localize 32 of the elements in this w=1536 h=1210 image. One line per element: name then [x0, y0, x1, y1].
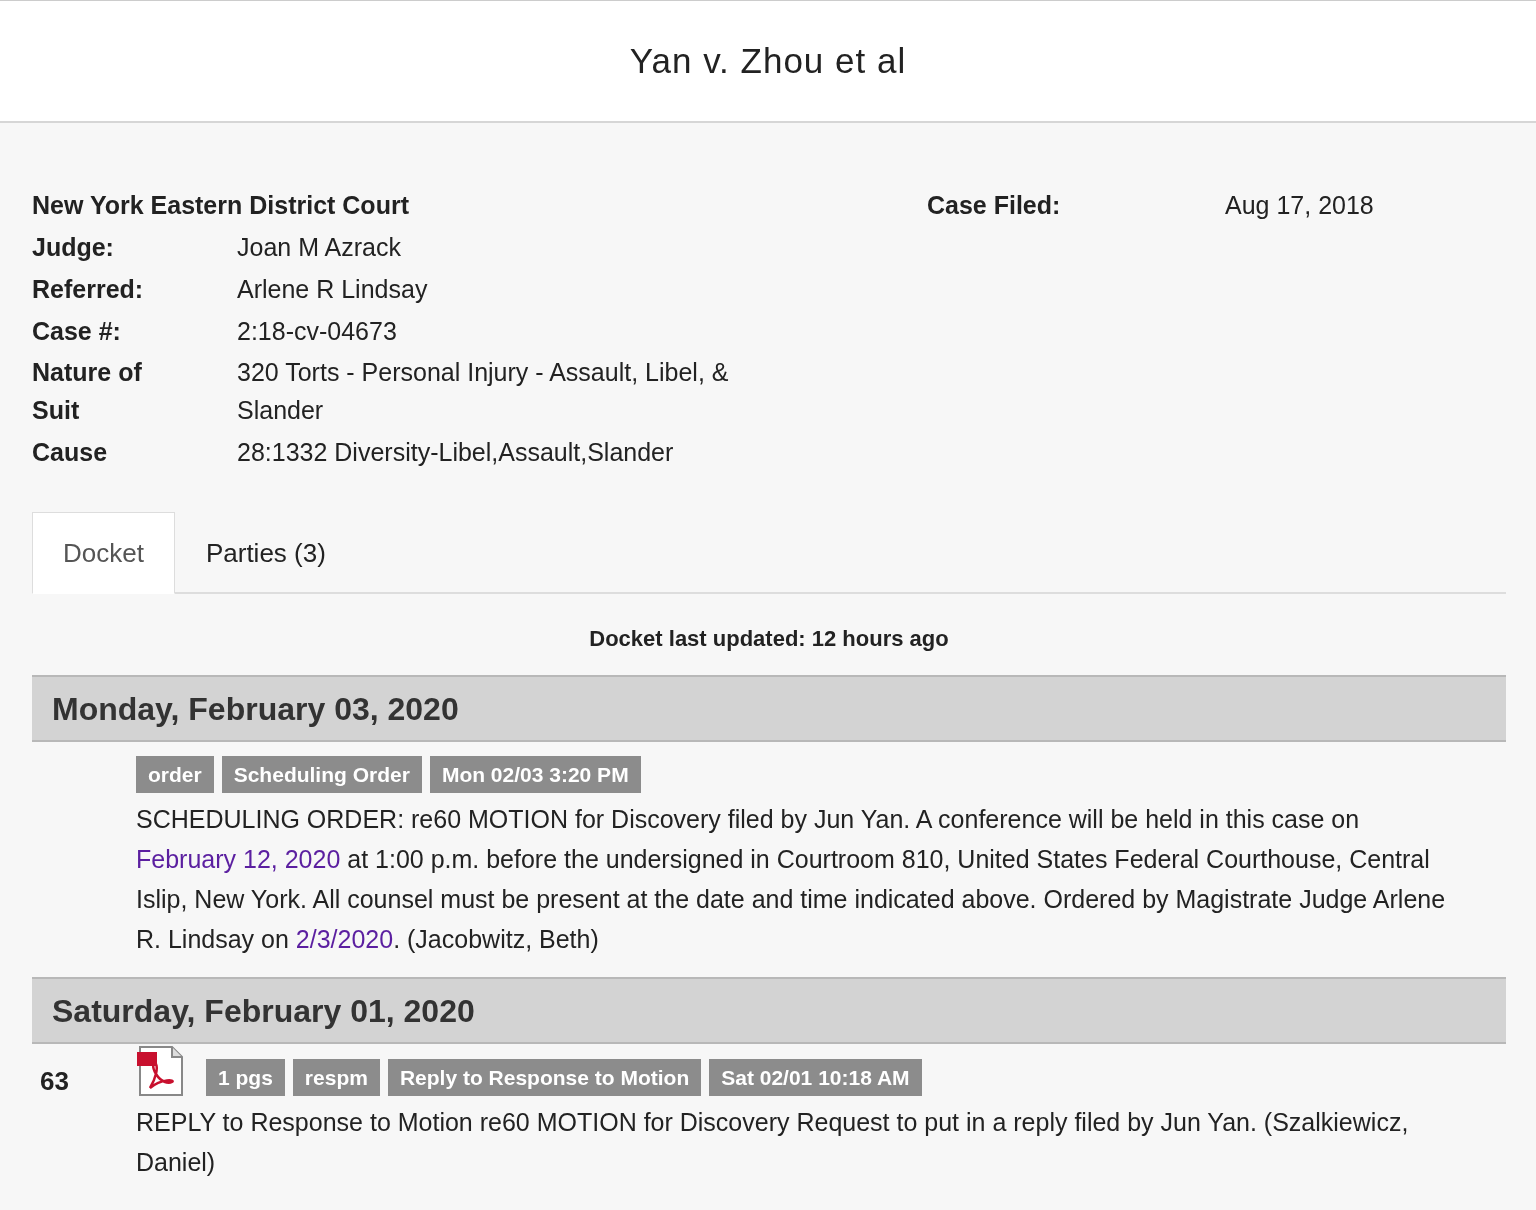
entry-tag: respm: [292, 1058, 380, 1096]
field-label: Nature of Suit: [32, 357, 143, 426]
field-label: Case #:: [32, 316, 121, 347]
field-value: 320 Torts - Personal Injury - Assault, Libel, & Slander: [237, 357, 730, 426]
entry-tag: Sat 02/01 10:18 AM: [709, 1058, 922, 1096]
entry-tag: Mon 02/03 3:20 PM: [429, 756, 641, 793]
tab[interactable]: Parties (3): [174, 512, 357, 594]
entry-tag: Scheduling Order: [221, 756, 422, 793]
entry-description: REPLY to Response to Motion re60 MOTION for Discovery Request to put in a reply filed by Jun Yan. (Szalkiewicz, Daniel): [136, 1107, 1410, 1178]
pdf-file-icon[interactable]: [136, 1046, 186, 1096]
entry-tag: order: [136, 756, 214, 793]
field-label: Case Filed:: [927, 191, 1061, 219]
tab[interactable]: Docket: [32, 512, 175, 594]
court-name: New York Eastern District Court: [32, 191, 409, 219]
page-title: Yan v. Zhou et al: [0, 0, 1536, 123]
field-value: 28:1332 Diversity-Libel,Assault,Slander: [237, 437, 674, 468]
field-value: 2:18-cv-04673: [237, 316, 397, 347]
entry-description: SCHEDULING ORDER: re60 MOTION for Discovery filed by Jun Yan. A conference will be held in this case on February 12, 2020 at 1:00 p.m. before the undersigned in Courtroom 810, United States Federal Courthouse, Central Islip, New York. All counsel must be present at the date and time indicated above. Ordered by Magistrate Judge Arlene R. Lindsay on 2/3/2020. (Jacobwitz, Beth): [136, 804, 1447, 955]
update-note: Docket last updated: 12 hours ago: [588, 625, 950, 653]
field-value: Arlene R Lindsay: [237, 274, 428, 305]
entry-tag: Reply to Response to Motion: [387, 1058, 702, 1096]
date-header: Monday, February 03, 2020: [32, 675, 1506, 742]
field-label: Judge:: [32, 232, 114, 263]
date-header: Saturday, February 01, 2020: [32, 977, 1506, 1044]
date-link[interactable]: 2/3/2020: [295, 925, 394, 953]
date-link[interactable]: February 12, 2020: [136, 845, 341, 873]
field-value: Joan M Azrack: [237, 232, 401, 263]
entry-number: 63: [40, 1066, 69, 1096]
field-label: Cause: [32, 437, 108, 468]
entry-tag: 1 pgs: [206, 1058, 285, 1096]
field-value: Aug 17, 2018: [1225, 191, 1374, 219]
field-label: Referred:: [32, 274, 144, 305]
